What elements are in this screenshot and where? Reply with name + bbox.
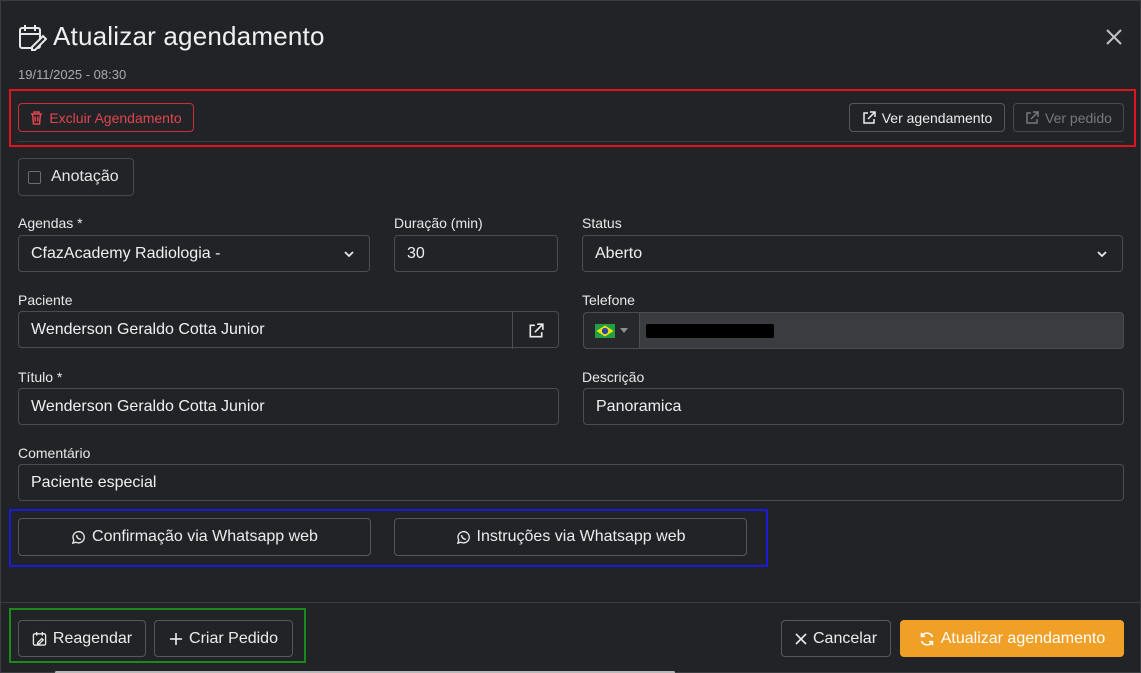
whatsapp-icon xyxy=(71,530,85,544)
brazil-flag-icon xyxy=(595,323,615,338)
comment-value: Paciente especial xyxy=(31,473,157,491)
open-patient-button[interactable] xyxy=(512,312,558,349)
footer-divider xyxy=(1,602,1140,603)
agendas-select[interactable]: CfazAcademy Radiologia - xyxy=(18,235,370,272)
description-value: Panoramica xyxy=(596,397,682,415)
modal-header: Atualizar agendamento xyxy=(17,21,325,52)
plus-icon xyxy=(170,632,183,645)
status-select[interactable]: Aberto xyxy=(582,235,1123,272)
delete-appointment-label: Excluir Agendamento xyxy=(49,109,182,126)
title-value: Wenderson Geraldo Cotta Junior xyxy=(31,397,265,415)
redacted-phone-number xyxy=(646,323,774,338)
whatsapp-confirm-button[interactable]: Confirmação via Whatsapp web xyxy=(18,518,371,556)
reschedule-label: Reagendar xyxy=(52,629,133,647)
view-appointment-button[interactable]: Ver agendamento xyxy=(849,103,1005,132)
calendar-edit-icon xyxy=(19,24,47,51)
close-icon xyxy=(795,632,807,645)
chevron-down-icon xyxy=(344,251,354,258)
update-appointment-button[interactable]: Atualizar agendamento xyxy=(900,620,1124,657)
reschedule-button[interactable]: Reagendar xyxy=(18,620,146,657)
calendar-edit-icon xyxy=(32,631,47,646)
cancel-label: Cancelar xyxy=(812,629,878,647)
description-input[interactable]: Panoramica xyxy=(583,388,1124,425)
title-label: Título * xyxy=(18,369,63,385)
annotation-label: Anotação xyxy=(51,168,119,185)
patient-input[interactable]: Wenderson Geraldo Cotta Junior xyxy=(18,311,559,349)
close-icon[interactable] xyxy=(1104,27,1124,47)
trash-icon xyxy=(31,110,43,125)
chevron-down-icon xyxy=(1097,251,1107,258)
duration-value: 30 xyxy=(407,244,425,262)
whatsapp-icon xyxy=(456,530,470,544)
divider xyxy=(17,141,1124,142)
agendas-label: Agendas * xyxy=(18,215,83,231)
country-selector[interactable] xyxy=(584,313,640,348)
status-label: Status xyxy=(582,215,622,231)
external-link-icon xyxy=(1026,110,1039,124)
external-link-icon xyxy=(862,110,876,124)
phone-input[interactable] xyxy=(583,312,1124,349)
title-input[interactable]: Wenderson Geraldo Cotta Junior xyxy=(18,388,559,425)
whatsapp-instructions-label: Instruções via Whatsapp web xyxy=(476,528,686,545)
patient-value: Wenderson Geraldo Cotta Junior xyxy=(31,320,265,338)
view-order-label: Ver pedido xyxy=(1045,109,1112,126)
update-appointment-modal: Atualizar agendamento 19/11/2025 - 08:30… xyxy=(0,0,1141,673)
delete-appointment-button[interactable]: Excluir Agendamento xyxy=(18,103,194,132)
cancel-button[interactable]: Cancelar xyxy=(781,620,891,657)
create-order-button[interactable]: Criar Pedido xyxy=(154,620,293,657)
annotation-toggle[interactable]: Anotação xyxy=(18,158,134,196)
phone-label: Telefone xyxy=(582,292,635,308)
update-appointment-label: Atualizar agendamento xyxy=(940,629,1106,647)
appointment-datetime: 19/11/2025 - 08:30 xyxy=(18,67,127,82)
duration-label: Duração (min) xyxy=(394,215,483,231)
caret-down-icon xyxy=(620,327,628,333)
page-title: Atualizar agendamento xyxy=(53,21,325,51)
comment-input[interactable]: Paciente especial xyxy=(18,464,1124,501)
description-label: Descrição xyxy=(582,369,645,385)
annotation-checkbox[interactable] xyxy=(28,170,41,184)
external-link-icon xyxy=(528,322,544,338)
view-appointment-label: Ver agendamento xyxy=(881,109,993,126)
refresh-icon xyxy=(920,631,934,646)
agendas-value: CfazAcademy Radiologia - xyxy=(31,244,221,262)
create-order-label: Criar Pedido xyxy=(189,629,278,647)
view-order-button[interactable]: Ver pedido xyxy=(1013,103,1124,132)
duration-input[interactable]: 30 xyxy=(394,235,558,272)
whatsapp-confirm-label: Confirmação via Whatsapp web xyxy=(92,528,318,545)
status-value: Aberto xyxy=(595,244,643,262)
comment-label: Comentário xyxy=(18,445,91,461)
patient-label: Paciente xyxy=(18,292,73,308)
whatsapp-instructions-button[interactable]: Instruções via Whatsapp web xyxy=(394,518,747,556)
